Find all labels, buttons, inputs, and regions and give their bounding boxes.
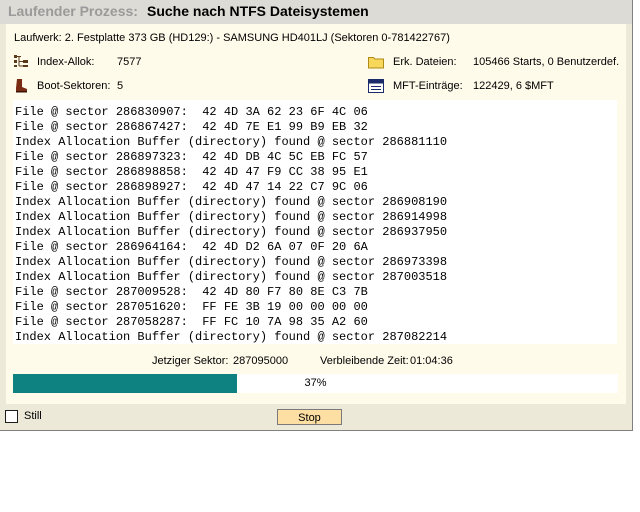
found-files-value: 105466 Starts, 0 Benutzerdef. — [473, 56, 620, 68]
log-line: Index Allocation Buffer (directory) foun… — [15, 255, 448, 269]
log-line: File @ sector 287009528: 42 4D 80 F7 80 … — [15, 285, 368, 299]
found-files-label: Erk. Dateien: — [393, 56, 457, 68]
log-line: File @ sector 286830907: 42 4D 3A 62 23 … — [15, 105, 368, 119]
progress-bar: 37% — [13, 374, 618, 393]
remaining-time-label: Verbleibende Zeit: — [320, 355, 409, 367]
stop-button[interactable]: Stop — [277, 409, 342, 425]
index-alloc-label: Index-Allok: — [37, 56, 95, 68]
index-allocation-icon — [13, 54, 29, 68]
log-line: Index Allocation Buffer (directory) foun… — [15, 210, 448, 224]
process-window: Laufender Prozess: Suche nach NTFS Datei… — [0, 0, 633, 431]
log-line: Index Allocation Buffer (directory) foun… — [15, 195, 448, 209]
remaining-time-value: 01:04:36 — [410, 355, 453, 367]
boot-sectors-value: 5 — [117, 80, 124, 92]
log-line: Index Allocation Buffer (directory) foun… — [15, 270, 448, 284]
log-line: Index Allocation Buffer (directory) foun… — [15, 225, 448, 239]
current-sector-value: 287095000 — [233, 355, 289, 367]
log-line: Index Allocation Buffer (directory) foun… — [15, 135, 448, 149]
info-panel: Laufwerk: 2. Festplatte 373 GB (HD129:) … — [6, 24, 626, 404]
still-label[interactable]: Still — [24, 410, 42, 422]
still-checkbox[interactable] — [5, 410, 18, 423]
boot-icon — [13, 79, 29, 93]
current-sector-label: Jetziger Sektor: — [152, 355, 229, 367]
mft-entries-value: 122429, 6 $MFT — [473, 80, 554, 92]
log-line: Index Allocation Buffer (directory) foun… — [15, 330, 448, 344]
scan-log[interactable]: File @ sector 286830907: 42 4D 3A 62 23 … — [13, 100, 617, 344]
folder-icon — [368, 55, 384, 69]
title-process-name: Suche nach NTFS Dateisystemen — [147, 3, 369, 19]
log-line: File @ sector 286898858: 42 4D 47 F9 CC … — [15, 165, 368, 179]
log-line: File @ sector 287058287: FF FC 10 7A 98 … — [15, 315, 368, 329]
mft-entries-label: MFT-Einträge: — [393, 80, 463, 92]
title-label: Laufender Prozess: — [8, 3, 138, 19]
log-line: File @ sector 286964164: 42 4D D2 6A 07 … — [15, 240, 368, 254]
drive-info: Laufwerk: 2. Festplatte 373 GB (HD129:) … — [14, 32, 450, 44]
log-line: File @ sector 287051620: FF FE 3B 19 00 … — [15, 300, 368, 314]
log-line: File @ sector 286898927: 42 4D 47 14 22 … — [15, 180, 368, 194]
file-icon — [368, 79, 384, 93]
log-line: File @ sector 286867427: 42 4D 7E E1 99 … — [15, 120, 368, 134]
index-alloc-value: 7577 — [117, 56, 142, 68]
progress-label: 37% — [304, 377, 327, 389]
boot-sectors-label: Boot-Sektoren: — [37, 80, 111, 92]
title-bar: Laufender Prozess: Suche nach NTFS Datei… — [0, 0, 632, 24]
log-line: File @ sector 286897323: 42 4D DB 4C 5C … — [15, 150, 368, 164]
